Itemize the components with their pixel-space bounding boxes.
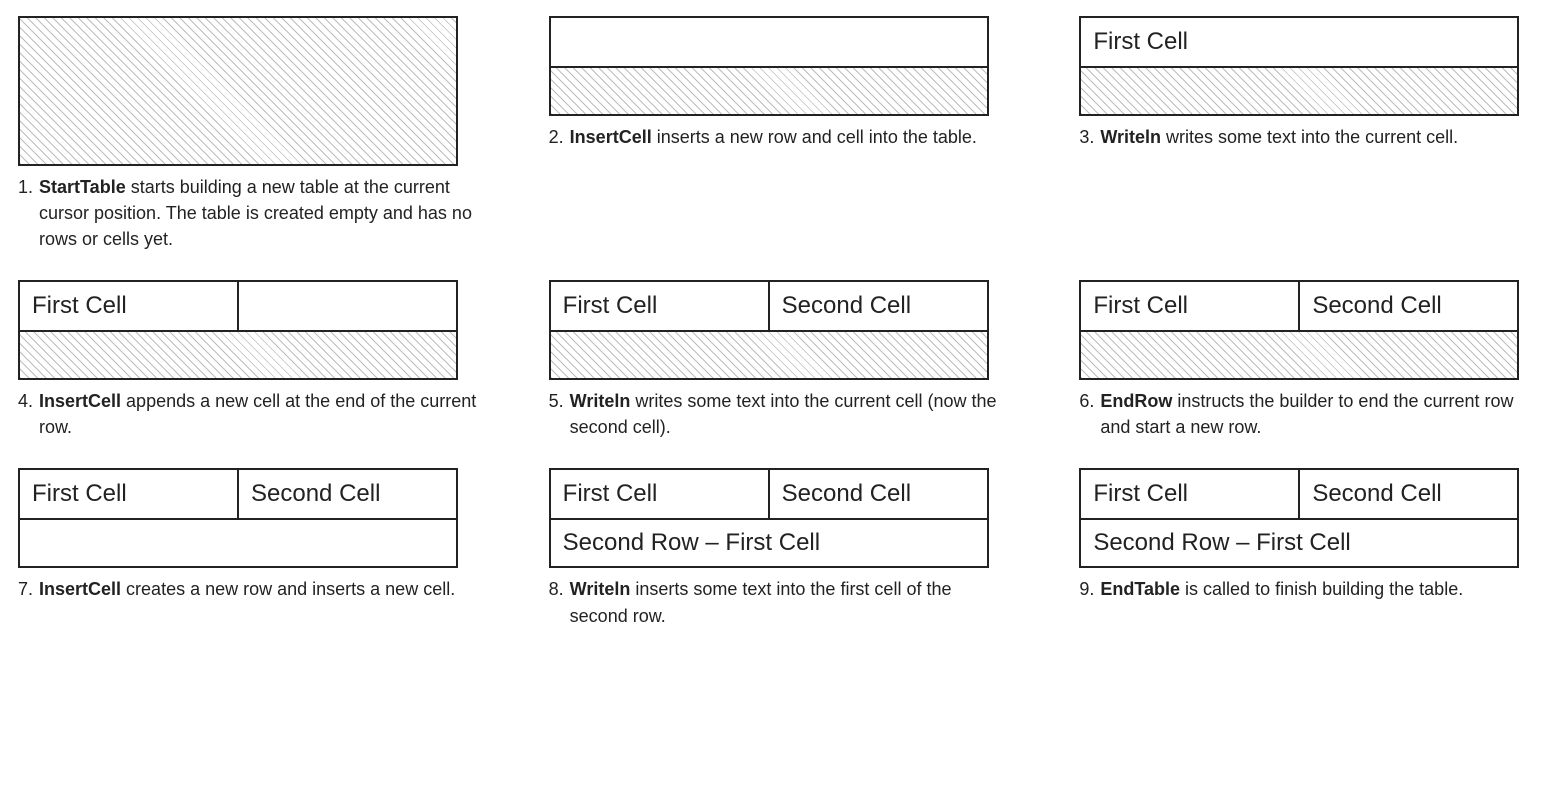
step-number: 7.: [18, 576, 35, 602]
step-number: 3.: [1079, 124, 1096, 150]
cell-blank: [551, 18, 987, 66]
hatched-remainder: [551, 68, 987, 114]
step-4: First Cell 4. InsertCell appends a new c…: [18, 280, 485, 440]
figure-4: First Cell: [18, 280, 458, 380]
cell-second: Second Cell: [768, 470, 987, 518]
figure-7: First Cell Second Cell: [18, 468, 458, 568]
figure-8: First Cell Second Cell Second Row – Firs…: [549, 468, 989, 568]
keyword: EndRow: [1100, 391, 1172, 411]
caption-5: 5. Writeln writes some text into the cur…: [549, 388, 1009, 440]
figure-9: First Cell Second Cell Second Row – Firs…: [1079, 468, 1519, 568]
step-number: 4.: [18, 388, 35, 414]
hatched-remainder: [20, 332, 456, 378]
caption-6: 6. EndRow instructs the builder to end t…: [1079, 388, 1539, 440]
steps-grid: 1. StartTable starts building a new tabl…: [18, 16, 1546, 629]
figure-2: [549, 16, 989, 116]
cell-second: Second Cell: [1298, 470, 1517, 518]
keyword: Writeln: [1100, 127, 1161, 147]
cell-second: Second Cell: [768, 282, 987, 330]
step-number: 8.: [549, 576, 566, 602]
caption-9: 9. EndTable is called to finish building…: [1079, 576, 1539, 602]
step-number: 5.: [549, 388, 566, 414]
figure-5: First Cell Second Cell: [549, 280, 989, 380]
keyword: Writeln: [570, 579, 631, 599]
step-1: 1. StartTable starts building a new tabl…: [18, 16, 485, 252]
cell-second: Second Cell: [237, 470, 456, 518]
step-3: First Cell 3. Writeln writes some text i…: [1079, 16, 1546, 252]
caption-text: is called to finish building the table.: [1180, 579, 1463, 599]
hatched-remainder: [1081, 68, 1517, 114]
caption-text: inserts a new row and cell into the tabl…: [652, 127, 977, 147]
caption-text: writes some text into the current cell.: [1161, 127, 1458, 147]
step-2: 2. InsertCell inserts a new row and cell…: [549, 16, 1016, 252]
figure-1: [18, 16, 458, 166]
caption-1: 1. StartTable starts building a new tabl…: [18, 174, 478, 252]
step-number: 1.: [18, 174, 35, 200]
cell-blank: [20, 520, 456, 566]
cell-row2-first: Second Row – First Cell: [551, 520, 987, 566]
figure-3: First Cell: [1079, 16, 1519, 116]
hatched-remainder: [1081, 332, 1517, 378]
caption-3: 3. Writeln writes some text into the cur…: [1079, 124, 1539, 150]
step-number: 6.: [1079, 388, 1096, 414]
cell-first: First Cell: [551, 282, 768, 330]
cell-first: First Cell: [20, 282, 237, 330]
caption-8: 8. Writeln inserts some text into the fi…: [549, 576, 1009, 628]
cell-first: First Cell: [551, 470, 768, 518]
step-6: First Cell Second Cell 6. EndRow instruc…: [1079, 280, 1546, 440]
keyword: InsertCell: [39, 579, 121, 599]
figure-6: First Cell Second Cell: [1079, 280, 1519, 380]
keyword: InsertCell: [570, 127, 652, 147]
step-number: 9.: [1079, 576, 1096, 602]
keyword: InsertCell: [39, 391, 121, 411]
caption-2: 2. InsertCell inserts a new row and cell…: [549, 124, 1009, 150]
cell-row2-first: Second Row – First Cell: [1081, 520, 1517, 566]
cell-blank: [237, 282, 456, 330]
caption-4: 4. InsertCell appends a new cell at the …: [18, 388, 478, 440]
cell-first: First Cell: [1081, 282, 1298, 330]
cell-first: First Cell: [1081, 18, 1517, 66]
step-9: First Cell Second Cell Second Row – Firs…: [1079, 468, 1546, 628]
cell-second: Second Cell: [1298, 282, 1517, 330]
caption-text: writes some text into the current cell (…: [570, 391, 997, 437]
step-7: First Cell Second Cell 7. InsertCell cre…: [18, 468, 485, 628]
cell-first: First Cell: [1081, 470, 1298, 518]
caption-7: 7. InsertCell creates a new row and inse…: [18, 576, 478, 602]
keyword: Writeln: [570, 391, 631, 411]
step-8: First Cell Second Cell Second Row – Firs…: [549, 468, 1016, 628]
step-number: 2.: [549, 124, 566, 150]
step-5: First Cell Second Cell 5. Writeln writes…: [549, 280, 1016, 440]
cell-first: First Cell: [20, 470, 237, 518]
caption-text: creates a new row and inserts a new cell…: [121, 579, 455, 599]
hatched-remainder: [551, 332, 987, 378]
keyword: StartTable: [39, 177, 126, 197]
keyword: EndTable: [1100, 579, 1180, 599]
empty-hatched-area: [20, 18, 456, 164]
